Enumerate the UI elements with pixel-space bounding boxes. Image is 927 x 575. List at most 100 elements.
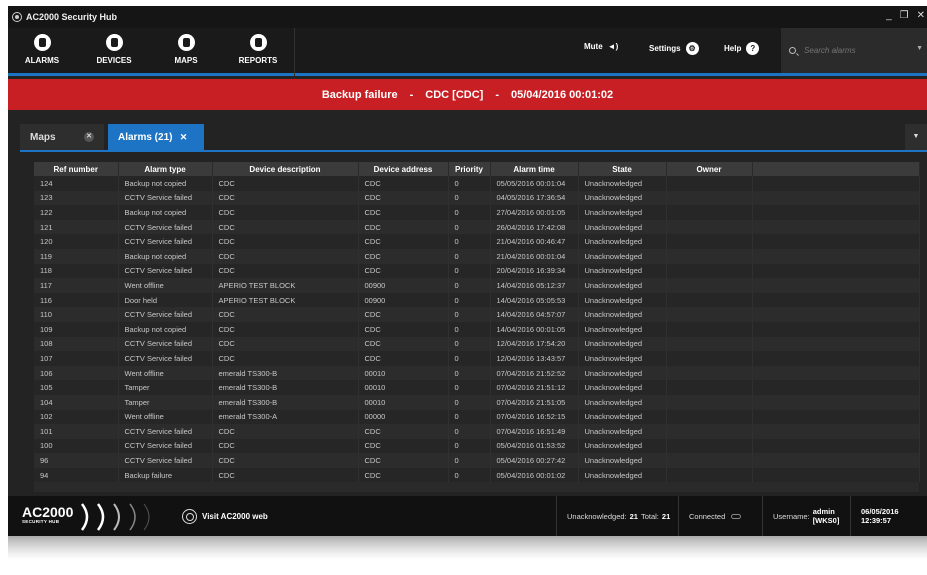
table-row[interactable]: 105 Tamper emerald TS300-B 00010 0 07/04/2016… (34, 380, 920, 395)
column-header[interactable]: Device description (212, 162, 359, 176)
search-input[interactable] (804, 46, 904, 55)
table-cell: Tamper (118, 380, 213, 395)
alarm-counts: Unacknowledged: 21 Total: 21 (556, 496, 678, 536)
column-header[interactable]: Alarm time (490, 162, 579, 176)
table-cell-filler (752, 321, 920, 337)
column-header[interactable]: Priority (448, 162, 491, 176)
close-icon[interactable]: ✕ (84, 132, 94, 142)
table-row[interactable]: 107 CCTV Service failed CDC CDC 0 12/04/2016 … (34, 351, 920, 366)
table-cell: 00010 (358, 365, 449, 381)
table-cell: CDC (212, 424, 359, 439)
table-cell: CDC (212, 307, 359, 322)
table-cell: Backup not copied (118, 248, 213, 264)
table-row[interactable]: 124 Backup not copied CDC CDC 0 05/05/2016 00… (34, 176, 920, 191)
table-cell: CDC (358, 321, 449, 337)
minimize-icon[interactable]: _ (886, 10, 892, 21)
table-cell: 120 (34, 234, 119, 249)
table-cell (666, 321, 753, 337)
table-cell: Unacknowledged (578, 438, 667, 454)
table-cell: 124 (34, 176, 119, 191)
table-cell-filler (752, 176, 920, 191)
table-cell: 12/04/2016 13:43:57 (490, 351, 579, 366)
table-row[interactable]: 117 Went offline APERIO TEST BLOCK 00900 0 14… (34, 278, 920, 293)
table-header: Ref number Alarm type Device description De… (34, 162, 920, 176)
clock: 06/05/2016 12:39:57 (850, 496, 927, 536)
tab-alarms[interactable]: Alarms (21) ✕ (108, 124, 204, 150)
table-cell: CDC (212, 438, 359, 454)
table-cell: Door held (118, 292, 213, 308)
table-row[interactable]: 106 Went offline emerald TS300-B 00010 0 07/0… (34, 365, 920, 381)
table-cell: 0 (448, 263, 491, 279)
column-header[interactable]: Device address (358, 162, 449, 176)
table-row[interactable]: 96 CCTV Service failed CDC CDC 0 05/04/2016 0… (34, 453, 920, 468)
table-row[interactable]: 122 Backup not copied CDC CDC 0 27/04/2016 00… (34, 205, 920, 220)
table-row[interactable]: 119 Backup not copied CDC CDC 0 21/04/2016 00… (34, 248, 920, 264)
nav-maps[interactable]: MAPS (156, 34, 216, 65)
table-cell: 123 (34, 190, 119, 206)
table-cell: 119 (34, 248, 119, 264)
column-header-filler (752, 162, 920, 176)
table-row[interactable]: 118 CCTV Service failed CDC CDC 0 20/04/2016 … (34, 263, 920, 279)
table-row[interactable]: 100 CCTV Service failed CDC CDC 0 05/04/2016 … (34, 438, 920, 454)
table-cell-filler (752, 467, 920, 483)
table-row[interactable]: 121 CCTV Service failed CDC CDC 0 26/04/2016 … (34, 219, 920, 235)
column-header[interactable]: Alarm type (118, 162, 213, 176)
device-icon (105, 34, 123, 51)
table-row[interactable]: 104 Tamper emerald TS300-B 00010 0 07/04/2016… (34, 394, 920, 410)
window-reflection (8, 536, 927, 560)
close-icon[interactable]: ✕ (917, 10, 925, 21)
table-cell-filler (752, 205, 920, 220)
table-row[interactable]: 101 CCTV Service failed CDC CDC 0 07/04/2016 … (34, 424, 920, 439)
table-cell-filler (752, 380, 920, 395)
table-row[interactable]: 123 CCTV Service failed CDC CDC 0 04/05/2016 … (34, 190, 920, 206)
nav-reports[interactable]: REPORTS (228, 34, 288, 65)
total-label: Total: (640, 511, 659, 521)
banner-separator: - (409, 88, 414, 101)
table-cell: CCTV Service failed (118, 190, 213, 206)
alarm-banner[interactable]: Backup failure - CDC [CDC] - 05/04/2016 … (8, 79, 927, 110)
mute-button[interactable]: Mute ◄) (584, 42, 618, 51)
table-cell: 14/04/2016 05:12:37 (490, 278, 579, 293)
table-cell: Unacknowledged (578, 292, 667, 308)
table-row[interactable]: 120 CCTV Service failed CDC CDC 0 21/04/2016 … (34, 234, 920, 249)
close-icon[interactable]: ✕ (178, 132, 188, 142)
table-cell: 0 (448, 176, 491, 191)
table-row[interactable]: 102 Went offline emerald TS300-A 00000 0 07/0… (34, 409, 920, 425)
table-cell-filler (752, 307, 920, 322)
restore-icon[interactable]: ❐ (900, 10, 909, 21)
help-button[interactable]: Help ? (724, 42, 760, 55)
table-cell (666, 219, 753, 235)
column-header[interactable]: Owner (666, 162, 753, 176)
nav-devices[interactable]: DEVICES (84, 34, 144, 65)
column-header[interactable]: State (578, 162, 667, 176)
table-cell-filler (752, 453, 920, 468)
connected-label: Connected (689, 511, 726, 521)
table-cell (666, 190, 753, 206)
nav-alarms[interactable]: ALARMS (12, 34, 72, 65)
reflection-fade (8, 536, 927, 560)
tab-maps[interactable]: Maps ✕ (20, 124, 104, 150)
search-box: ▼ (781, 28, 927, 73)
table-row[interactable]: 116 Door held APERIO TEST BLOCK 00900 0 14/04… (34, 292, 920, 308)
table-cell: 05/04/2016 00:01:02 (490, 467, 579, 483)
column-header[interactable]: Ref number (34, 162, 119, 176)
table-row[interactable]: 110 CCTV Service failed CDC CDC 0 14/04/2016 … (34, 307, 920, 322)
table-cell: Unacknowledged (578, 278, 667, 293)
visit-web-link[interactable]: Visit AC2000 web (182, 509, 268, 524)
settings-button[interactable]: Settings ⚙ (649, 42, 699, 55)
chevron-down-icon[interactable]: ▼ (916, 45, 923, 52)
tab-menu-dropdown[interactable]: ▼ (905, 124, 927, 150)
table-cell: Unacknowledged (578, 263, 667, 279)
table-cell: CDC (358, 248, 449, 264)
connection-status: Connected (678, 496, 762, 536)
table-row[interactable]: 109 Backup not copied CDC CDC 0 14/04/2016 00… (34, 321, 920, 337)
table-row[interactable]: 94 Backup failure CDC CDC 0 05/04/2016 00:01:… (34, 467, 920, 483)
report-icon (249, 34, 267, 51)
table-cell: 00000 (358, 409, 449, 425)
table-cell: 0 (448, 205, 491, 220)
alarms-table: Ref number Alarm type Device description De… (34, 162, 920, 492)
table-cell: CDC (358, 205, 449, 220)
table-cell: CDC (212, 219, 359, 235)
table-cell: Went offline (118, 409, 213, 425)
table-row[interactable]: 108 CCTV Service failed CDC CDC 0 12/04/2016 … (34, 336, 920, 352)
